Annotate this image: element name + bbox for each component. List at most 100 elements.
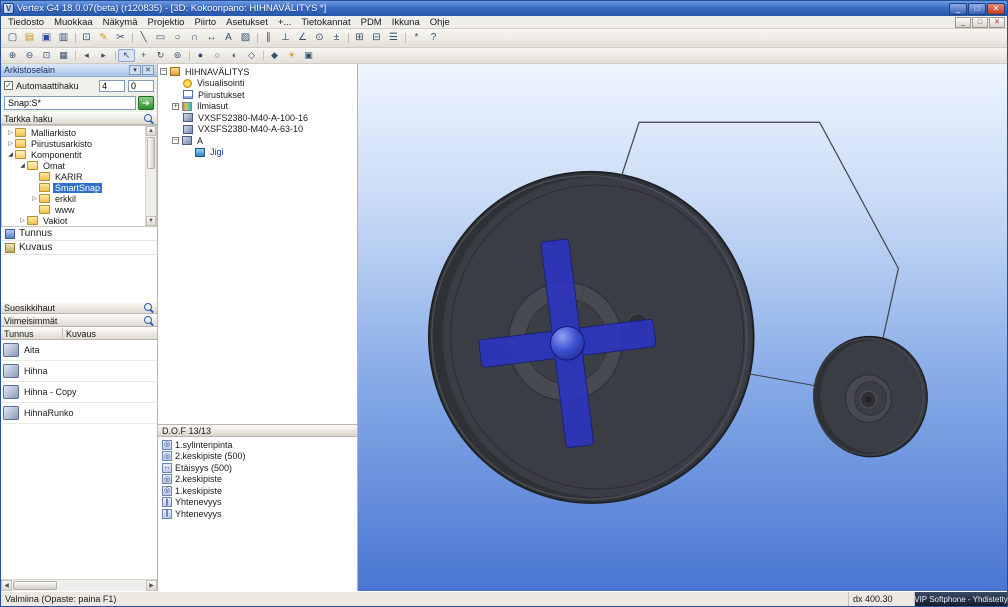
previous-view-icon[interactable]: ◂	[78, 49, 95, 62]
angle-constraint-icon[interactable]: ∠	[294, 31, 311, 45]
concentric-constraint-icon[interactable]: ⊙	[311, 31, 328, 45]
zoom-in-icon[interactable]: ⊕	[4, 49, 21, 62]
scrollbar-thumb[interactable]	[147, 137, 155, 169]
zoom-out-icon[interactable]: ⊖	[21, 49, 38, 62]
model-tree-item[interactable]: Jigi	[158, 147, 357, 159]
render-icon[interactable]: ◆	[266, 49, 283, 62]
table-row[interactable]: Hihna - Copy	[1, 382, 157, 403]
recent-section-bar[interactable]: Viimeisimmät	[1, 314, 157, 327]
scroll-left-icon[interactable]: ◀	[1, 580, 12, 591]
scroll-up-icon[interactable]: ▲	[146, 126, 156, 136]
menu-item[interactable]: Tiedosto	[3, 17, 49, 28]
expander-icon[interactable]: −	[172, 137, 179, 144]
expander-icon[interactable]: ▷	[30, 196, 39, 202]
pan-icon[interactable]: +	[135, 49, 152, 62]
arc-icon[interactable]: ∩	[186, 31, 203, 45]
expander-icon[interactable]: +	[172, 103, 179, 110]
mdi-restore-button[interactable]: □	[972, 17, 988, 28]
center-sphere[interactable]	[550, 327, 584, 361]
model-tree-item[interactable]: VXSFS2380-M40-A-63-10	[158, 124, 357, 136]
hatch-icon[interactable]: ▨	[237, 31, 254, 45]
column-header-tunnus[interactable]: Tunnus	[1, 328, 63, 339]
open-document-icon[interactable]: ▤	[21, 31, 38, 45]
light-icon[interactable]: ☀	[283, 49, 300, 62]
search-icon[interactable]	[144, 303, 154, 313]
preview-icon[interactable]: ⊡	[78, 31, 95, 45]
text-icon[interactable]: A	[220, 31, 237, 45]
close-panel-icon[interactable]: ✕	[142, 65, 154, 75]
zoom-all-icon[interactable]: ▦	[55, 49, 72, 62]
assembly-icon[interactable]: ⊞	[351, 31, 368, 45]
menu-item[interactable]: Muokkaa	[49, 17, 98, 28]
model-tree-item[interactable]: Piirustukset	[158, 89, 357, 101]
tree-item[interactable]: SmartSnap	[2, 182, 145, 193]
scrollbar-thumb[interactable]	[13, 581, 57, 590]
select-cursor-icon[interactable]: ↖	[118, 49, 135, 62]
filter-row[interactable]: Tunnus	[1, 227, 157, 241]
autosearch-count-field[interactable]	[99, 80, 125, 92]
scrollbar-track[interactable]	[146, 136, 156, 216]
filter-row[interactable]: Kuvaus	[1, 241, 157, 255]
small-pulley-center[interactable]	[865, 397, 871, 403]
tree-item[interactable]: ▷ erkkil	[2, 193, 145, 204]
expander-icon[interactable]: ◢	[18, 163, 27, 169]
search-icon[interactable]	[144, 114, 154, 124]
model-tree-item[interactable]: Visualisointi	[158, 78, 357, 90]
menu-item[interactable]: +...	[273, 17, 296, 28]
archive-search-input[interactable]	[4, 96, 136, 110]
help-icon[interactable]: ?	[425, 31, 442, 45]
menu-item[interactable]: Asetukset	[221, 17, 273, 28]
mdi-minimize-button[interactable]: _	[955, 17, 971, 28]
menu-item[interactable]: Näkymä	[98, 17, 143, 28]
dof-constraint-item[interactable]: ◎ 2.keskipiste (500)	[158, 451, 357, 463]
close-button[interactable]: ✕	[987, 3, 1005, 15]
tree-item[interactable]: ▷ Malliarkisto	[2, 127, 145, 138]
maximize-button[interactable]: □	[968, 3, 986, 15]
dof-constraint-item[interactable]: ◎ 1.keskipiste	[158, 485, 357, 497]
erase-icon[interactable]: ✂	[112, 31, 129, 45]
search-go-button[interactable]: ➔	[138, 96, 154, 110]
circle-icon[interactable]: ○	[169, 31, 186, 45]
part-icon[interactable]: ⊟	[368, 31, 385, 45]
dof-constraint-item[interactable]: ∥ Yhtenevyys	[158, 508, 357, 520]
new-document-icon[interactable]: ▢	[4, 31, 21, 45]
dimension-icon[interactable]: ↔	[203, 31, 220, 45]
perspective-view-icon[interactable]: ◇	[243, 49, 260, 62]
tree-vertical-scrollbar[interactable]: ▲ ▼	[145, 126, 156, 226]
menu-item[interactable]: PDM	[356, 17, 387, 28]
macro-icon[interactable]: *	[408, 31, 425, 45]
viewport-canvas[interactable]	[358, 64, 1007, 591]
tree-item[interactable]: ▷ Piirustusarkisto	[2, 138, 145, 149]
softphone-status[interactable]: VIP Softphone - Yhdistetty	[915, 592, 1007, 606]
scroll-right-icon[interactable]: ▶	[146, 580, 157, 591]
distance-constraint-icon[interactable]: ±	[328, 31, 345, 45]
exact-search-section-bar[interactable]: Tarkka haku	[1, 112, 157, 125]
expander-icon[interactable]: ▷	[6, 141, 15, 147]
model-tree-item[interactable]: − A	[158, 135, 357, 147]
plot-icon[interactable]: ✎	[95, 31, 112, 45]
next-view-icon[interactable]: ▸	[95, 49, 112, 62]
tree-item[interactable]: www	[2, 204, 145, 215]
pin-icon[interactable]: ▾	[129, 65, 141, 75]
panel-horizontal-scrollbar[interactable]: ◀ ▶	[1, 579, 157, 591]
expander-icon[interactable]: ▷	[18, 218, 27, 224]
scroll-down-icon[interactable]: ▼	[146, 216, 156, 226]
tree-item[interactable]: KARIR	[2, 171, 145, 182]
expander-icon[interactable]: ◢	[6, 152, 15, 158]
tree-item[interactable]: ◢ Omat	[2, 160, 145, 171]
camera-icon[interactable]: ▣	[300, 49, 317, 62]
table-row[interactable]: Aita	[1, 340, 157, 361]
print-icon[interactable]: ▥	[55, 31, 72, 45]
wireframe-view-icon[interactable]: ○	[209, 49, 226, 62]
shaded-view-icon[interactable]: ●	[192, 49, 209, 62]
model-tree-item[interactable]: VXSFS2380-M40-A-100-16	[158, 112, 357, 124]
line-icon[interactable]: ╲	[135, 31, 152, 45]
favorites-section-bar[interactable]: Suosikkihaut	[1, 301, 157, 314]
minimize-button[interactable]: _	[949, 3, 967, 15]
autosearch-checkbox[interactable]: ✓	[4, 81, 13, 90]
model-tree-item[interactable]: − HIHNAVÄLITYS	[158, 66, 357, 78]
dof-constraint-item[interactable]: ◎ 2.keskipiste	[158, 474, 357, 486]
hidden-line-view-icon[interactable]: ◐	[226, 49, 243, 62]
menu-item[interactable]: Projektio	[143, 17, 190, 28]
menu-item[interactable]: Ohje	[425, 17, 455, 28]
